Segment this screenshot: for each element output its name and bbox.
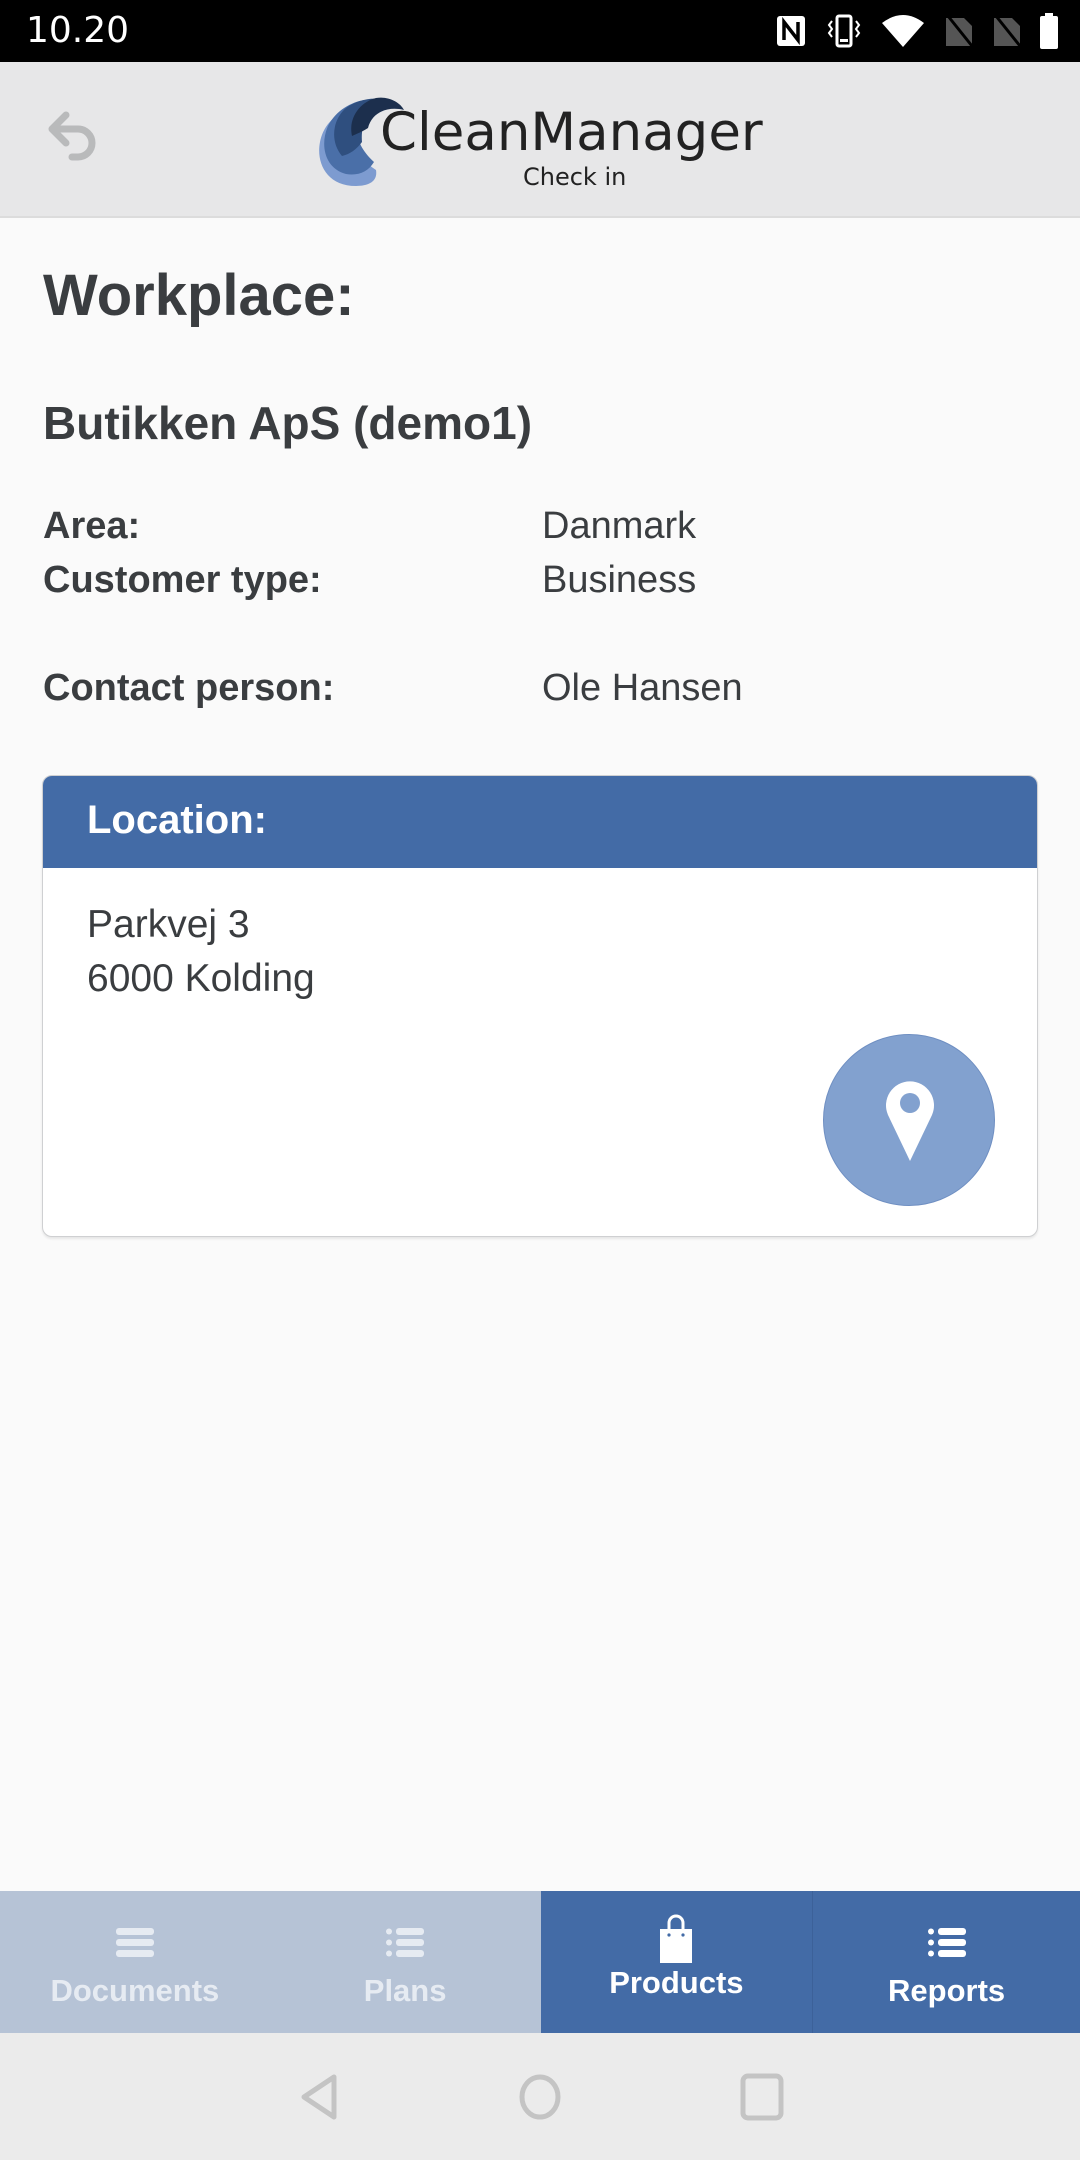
list-icon bbox=[386, 1928, 425, 1957]
location-card-header: Location: bbox=[43, 776, 1037, 868]
vibrate-icon bbox=[827, 14, 861, 48]
app-brand-name: CleanManager bbox=[380, 102, 763, 163]
address-line-1: Parkvej 3 bbox=[87, 903, 250, 946]
system-nav-bar bbox=[0, 2033, 1080, 2160]
tab-plans[interactable]: Plans bbox=[269, 1891, 541, 2033]
menu-lines-icon bbox=[115, 1928, 154, 1957]
tab-label: Documents bbox=[50, 1973, 220, 2008]
wifi-icon bbox=[882, 15, 924, 47]
field-value: Business bbox=[542, 559, 697, 601]
location-address: Parkvej 3 6000 Kolding bbox=[87, 898, 315, 1006]
undo-arrow-icon bbox=[48, 111, 96, 161]
address-line-2: 6000 Kolding bbox=[87, 957, 315, 1000]
field-value: Ole Hansen bbox=[542, 667, 743, 709]
field-label: Area: bbox=[43, 505, 141, 547]
map-pin-icon bbox=[886, 1081, 934, 1161]
location-card: Location: Parkvej 3 6000 Kolding bbox=[42, 775, 1038, 1237]
nfc-icon bbox=[777, 16, 805, 46]
field-label: Contact person: bbox=[43, 667, 335, 709]
back-button[interactable] bbox=[44, 107, 104, 167]
status-icons bbox=[774, 12, 1058, 50]
tab-label: Reports bbox=[888, 1973, 1006, 2008]
battery-icon bbox=[1040, 13, 1058, 49]
status-bar: 10.20 bbox=[0, 0, 1080, 62]
tab-products[interactable]: Products bbox=[540, 1891, 814, 2033]
open-map-button[interactable] bbox=[823, 1034, 995, 1206]
tab-label: Products bbox=[609, 1965, 744, 2000]
no-sim-icon bbox=[946, 15, 974, 47]
list-icon bbox=[927, 1928, 966, 1957]
field-value: Danmark bbox=[542, 505, 697, 547]
recents-square-icon[interactable] bbox=[740, 2073, 784, 2121]
tab-reports[interactable]: Reports bbox=[813, 1891, 1080, 2033]
field-label: Customer type: bbox=[43, 559, 322, 601]
tab-documents[interactable]: Documents bbox=[0, 1891, 270, 2033]
home-circle-icon[interactable] bbox=[518, 2073, 562, 2121]
bottom-nav: Documents Plans Products Reports bbox=[0, 1891, 1080, 2033]
tab-label: Plans bbox=[363, 1973, 447, 2008]
status-time: 10.20 bbox=[26, 10, 130, 51]
no-sim-icon bbox=[994, 15, 1022, 47]
shopping-bag-icon bbox=[660, 1914, 693, 1963]
company-name: Butikken ApS (demo1) bbox=[43, 397, 533, 449]
app-header: CleanManager Check in bbox=[0, 62, 1080, 218]
page-title: Workplace: bbox=[43, 263, 355, 328]
app-subtitle: Check in bbox=[523, 163, 627, 191]
back-triangle-icon[interactable] bbox=[298, 2073, 340, 2121]
